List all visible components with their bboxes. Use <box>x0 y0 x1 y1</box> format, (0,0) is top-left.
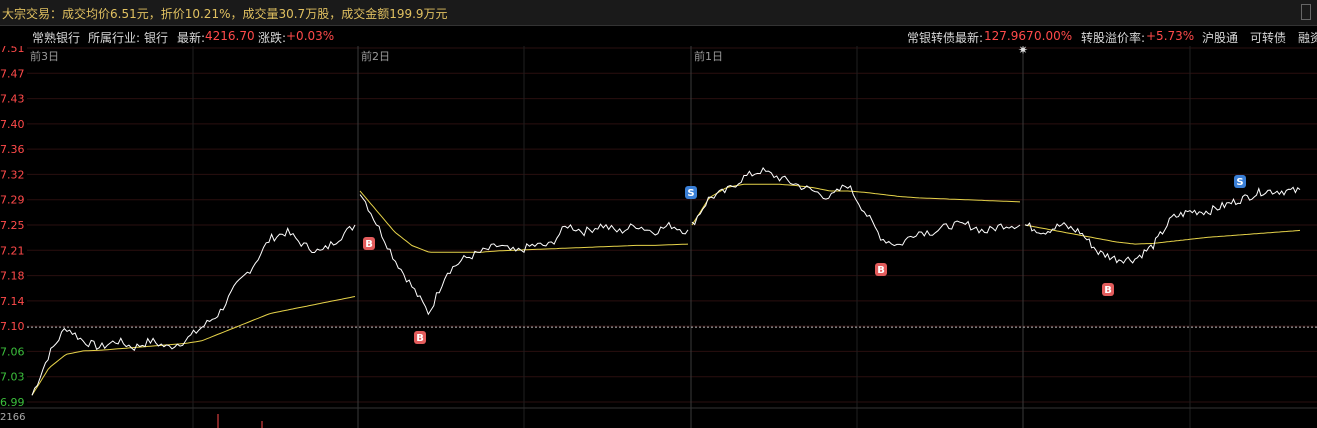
block-trade-bar: 大宗交易：成交均价6.51元，折价10.21%，成交量30.7万股，成交金额19… <box>0 0 1317 26</box>
bond-label: 常银转债最新: <box>907 31 984 45</box>
price-line <box>691 166 1021 247</box>
industry-value[interactable]: 银行 <box>144 29 168 46</box>
marker-label: S <box>1236 177 1243 188</box>
today-star-icon: ✷ <box>1018 46 1028 57</box>
link-hgt[interactable]: 沪股通 <box>1202 29 1238 46</box>
latest-label: 最新: <box>177 31 206 45</box>
y-tick-label: 7.32 <box>0 168 25 181</box>
link-margin[interactable]: 融资 <box>1298 29 1317 46</box>
volume-tick-label: 2166 <box>0 412 25 423</box>
y-tick-label: 7.06 <box>0 345 25 358</box>
y-tick-label: 7.25 <box>0 219 25 232</box>
marker-label: B <box>365 239 373 250</box>
y-tick-label: 7.10 <box>0 320 25 333</box>
y-tick-label: 7.18 <box>0 270 25 283</box>
y-tick-label: 7.36 <box>0 143 25 156</box>
avg-price-line <box>691 183 1021 226</box>
day-label: 前1日 <box>694 49 723 63</box>
marker-label: B <box>416 333 424 344</box>
quote-info-bar: 常熟银行 所属行业: 银行 最新: 4216.70 涨跌: +0.03% 常银转… <box>0 26 1317 46</box>
y-tick-label: 7.29 <box>0 194 25 207</box>
premium-label: 转股溢价率: <box>1081 31 1146 45</box>
change-label: 涨跌: <box>258 31 287 45</box>
y-tick-label: 7.14 <box>0 295 25 308</box>
change-value: +0.03% <box>286 29 335 43</box>
day-label: 前3日 <box>30 49 59 63</box>
y-tick-label: 7.40 <box>0 118 25 131</box>
link-convertible[interactable]: 可转债 <box>1250 29 1286 46</box>
collapse-handle[interactable] <box>1301 4 1311 20</box>
y-tick-label: 6.99 <box>0 396 25 409</box>
y-tick-label: 7.21 <box>0 244 25 257</box>
latest-value: 4216.70 <box>205 29 255 43</box>
y-tick-label: 7.47 <box>0 67 25 80</box>
marker-label: S <box>687 188 694 199</box>
premium-value: +5.73% <box>1146 29 1195 43</box>
stock-name[interactable]: 常熟银行 <box>32 29 80 46</box>
y-tick-label: 7.03 <box>0 371 25 384</box>
bond-price: 127.967 <box>984 29 1034 43</box>
industry-label: 所属行业: <box>88 31 141 45</box>
marker-label: B <box>877 265 885 276</box>
marker-label: B <box>1104 285 1112 296</box>
intraday-chart[interactable]: 7.51 7.47 7.43 7.40 7.36 7.32 7.29 7.25 7.21 7.18… <box>0 46 1317 428</box>
day-label: 前2日 <box>361 49 390 63</box>
y-tick-label: 7.43 <box>0 93 25 106</box>
bond-change: 0.00% <box>1034 29 1073 43</box>
block-trade-text: 大宗交易：成交均价6.51元，折价10.21%，成交量30.7万股，成交金额19… <box>2 7 448 21</box>
y-tick-label: 7.51 <box>0 46 25 55</box>
